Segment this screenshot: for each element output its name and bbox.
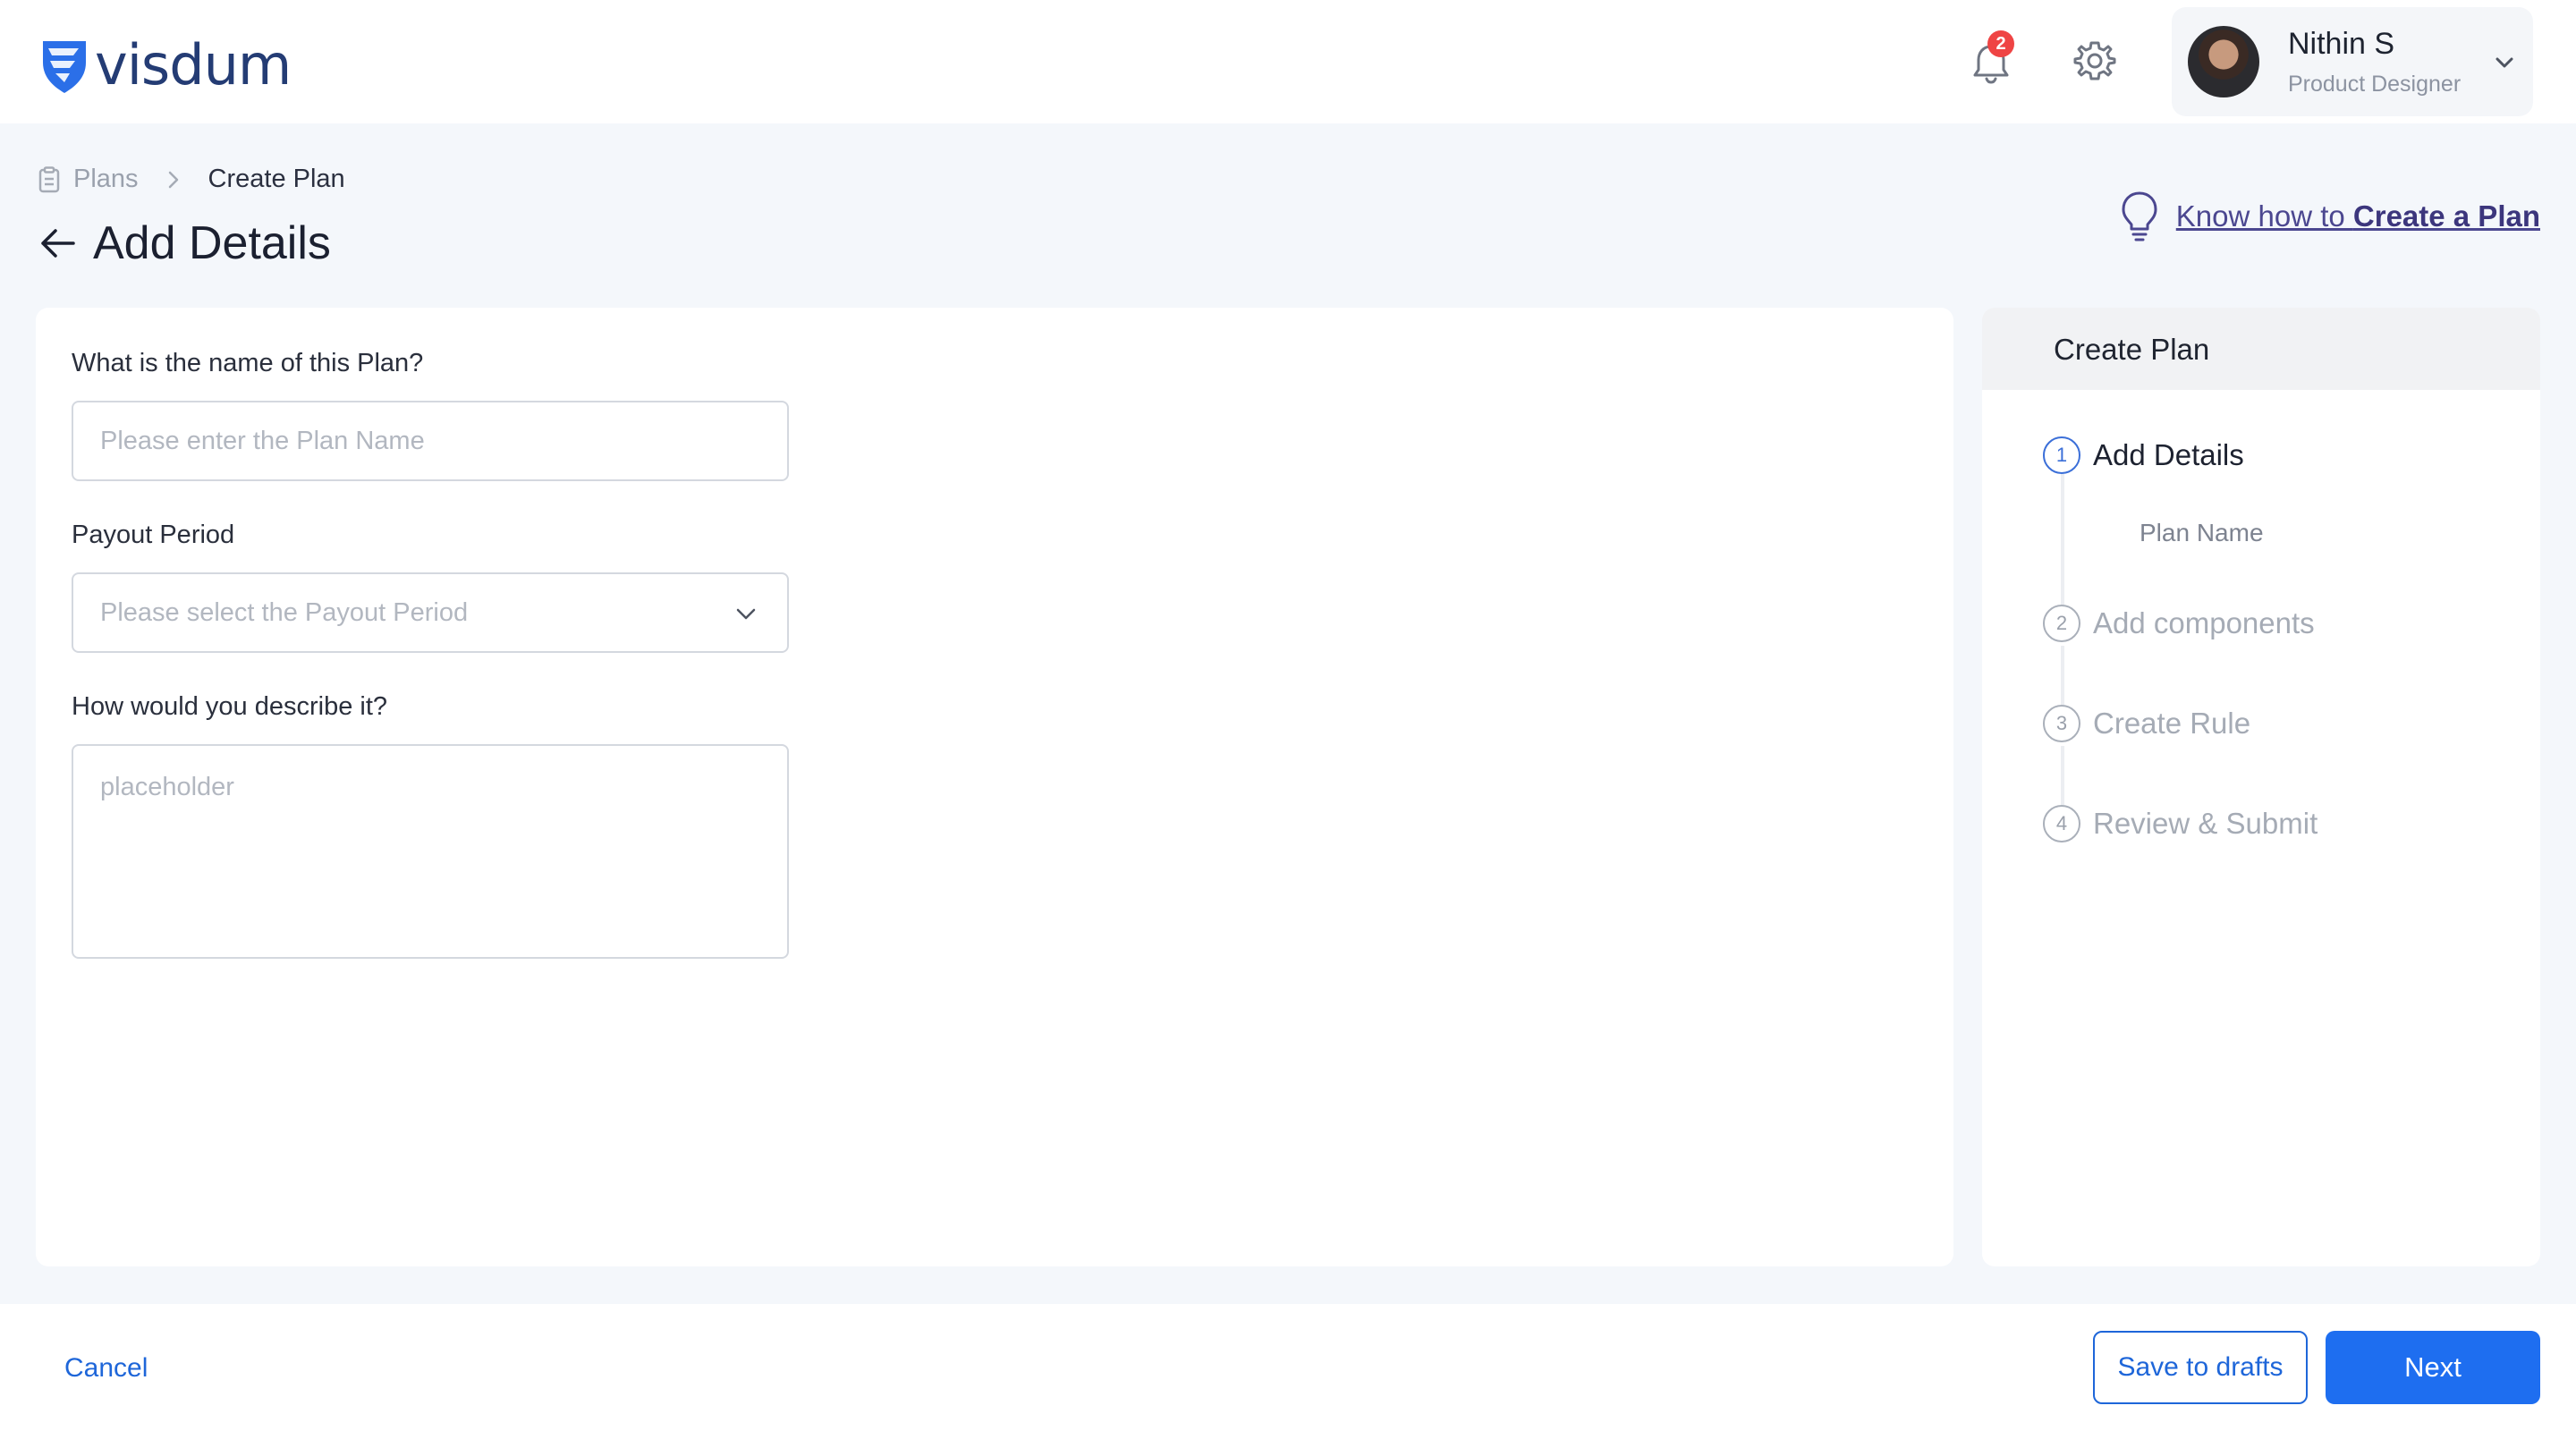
payout-period-select[interactable]: Please select the Payout Period	[72, 572, 789, 653]
top-navbar: visdum 2 Nithin S Product Designer	[0, 0, 2576, 123]
chevron-down-icon	[2496, 57, 2513, 68]
avatar	[2188, 26, 2259, 97]
action-footer: Cancel Save to drafts Next	[0, 1304, 2576, 1431]
breadcrumb-plans-link[interactable]: Plans	[73, 165, 139, 194]
plan-details-form: What is the name of this Plan? Please en…	[36, 308, 1953, 1266]
step-3-number: 3	[2043, 705, 2080, 742]
description-textarea[interactable]: placeholder	[72, 744, 789, 959]
plan-name-label: What is the name of this Plan?	[72, 349, 424, 377]
user-role: Product Designer	[2288, 72, 2462, 97]
description-placeholder: placeholder	[100, 773, 234, 801]
cancel-button[interactable]: Cancel	[54, 1342, 158, 1395]
logo-text: visdum	[95, 32, 292, 97]
next-button[interactable]: Next	[2326, 1331, 2540, 1404]
save-to-drafts-button[interactable]: Save to drafts	[2093, 1331, 2308, 1404]
step-2-number: 2	[2043, 605, 2080, 642]
user-name: Nithin S	[2288, 27, 2395, 61]
help-link-prefix: Know how to	[2175, 199, 2353, 233]
help-link-strong: Create a Plan	[2352, 199, 2540, 233]
step-review-submit[interactable]: Review & Submit	[2093, 807, 2318, 841]
help-create-plan-link[interactable]: Know how to Create a Plan	[2119, 190, 2540, 243]
notification-count-badge: 2	[1987, 30, 2014, 57]
substep-plan-name[interactable]: Plan Name	[2140, 519, 2264, 547]
step-add-details[interactable]: Add Details	[2093, 438, 2244, 472]
help-link-text[interactable]: Know how to Create a Plan	[2176, 199, 2540, 233]
lightbulb-icon	[2122, 191, 2157, 241]
payout-period-label: Payout Period	[72, 521, 235, 549]
chevron-down-icon	[736, 608, 756, 620]
steps-header: Create Plan	[1982, 308, 2540, 390]
plan-name-input[interactable]: Please enter the Plan Name	[72, 401, 789, 481]
shield-logo-icon	[43, 40, 86, 93]
description-label: How would you describe it?	[72, 692, 388, 721]
payout-period-placeholder: Please select the Payout Period	[100, 597, 469, 627]
breadcrumb: Plans Create Plan	[38, 165, 345, 194]
step-add-components[interactable]: Add components	[2093, 606, 2315, 640]
clipboard-icon	[38, 165, 60, 192]
chevron-right-icon	[168, 171, 178, 188]
visdum-logo[interactable]: visdum	[39, 32, 292, 97]
back-arrow-icon[interactable]	[38, 225, 77, 261]
page-title: Add Details	[93, 217, 331, 269]
create-plan-steps-panel: Create Plan 1 Add Details Plan Name 2 Ad…	[1982, 308, 2540, 1266]
steps-title: Create Plan	[2054, 333, 2210, 366]
user-profile-menu[interactable]: Nithin S Product Designer	[2172, 7, 2533, 116]
step-create-rule[interactable]: Create Rule	[2093, 707, 2250, 741]
step-1-number: 1	[2043, 436, 2080, 474]
step-4-number: 4	[2043, 805, 2080, 843]
plan-name-placeholder: Please enter the Plan Name	[100, 426, 425, 455]
settings-gear-icon[interactable]	[2073, 39, 2116, 82]
breadcrumb-current: Create Plan	[208, 165, 345, 193]
